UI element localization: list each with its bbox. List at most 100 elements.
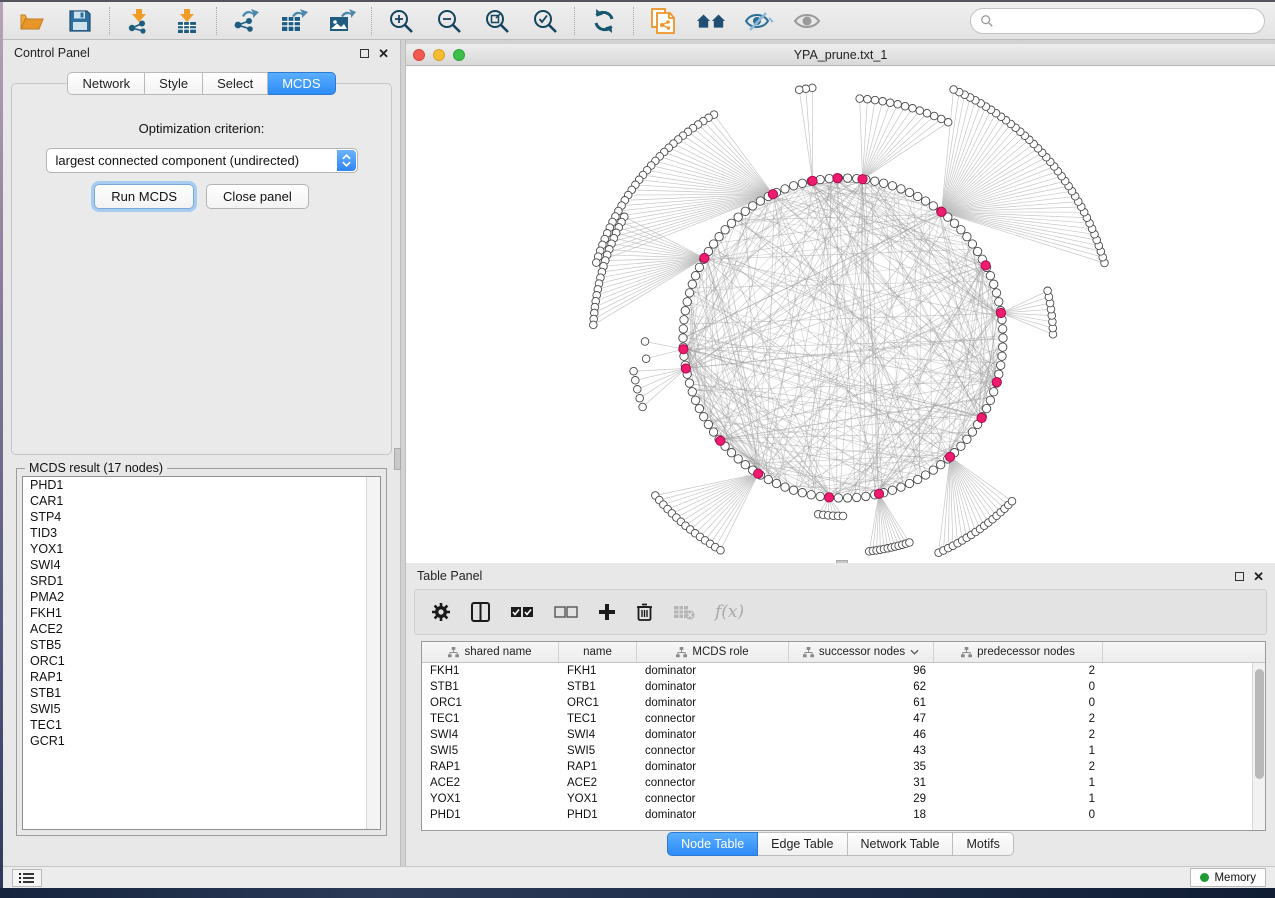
- float-table-panel-icon[interactable]: [1235, 572, 1244, 581]
- close-panel-button[interactable]: Close panel: [206, 184, 309, 209]
- node-table[interactable]: shared namenameMCDS rolesuccessor nodesp…: [421, 641, 1266, 831]
- refresh-button[interactable]: [589, 7, 619, 35]
- delete-column-button[interactable]: [636, 602, 653, 622]
- cell-name: ACE2: [559, 777, 637, 789]
- close-panel-icon[interactable]: ✕: [378, 49, 389, 58]
- table-row[interactable]: SWI4SWI4dominator462: [422, 727, 1265, 743]
- mcds-result-item[interactable]: STB5: [23, 637, 380, 653]
- table-row[interactable]: RAP1RAP1dominator352: [422, 759, 1265, 775]
- select-all-columns-button[interactable]: [510, 606, 534, 618]
- zoom-out-button[interactable]: [434, 7, 464, 35]
- export-image-button[interactable]: [327, 7, 357, 35]
- network-graph[interactable]: [406, 66, 1275, 563]
- tab-node-table[interactable]: Node Table: [667, 832, 758, 856]
- create-column-button[interactable]: [598, 603, 616, 621]
- gear-icon: [431, 602, 451, 622]
- column-header-shared-name[interactable]: shared name: [422, 642, 559, 662]
- checked-boxes-icon: [510, 606, 534, 618]
- splitter-handle[interactable]: [394, 448, 401, 470]
- export-network-button[interactable]: [231, 7, 261, 35]
- table-settings-button[interactable]: [431, 602, 451, 622]
- mcds-result-item[interactable]: ORC1: [23, 653, 380, 669]
- open-file-button[interactable]: [17, 7, 47, 35]
- mcds-result-item[interactable]: SWI5: [23, 701, 380, 717]
- zoom-selected-button[interactable]: [530, 7, 560, 35]
- table-row[interactable]: TEC1TEC1connector472: [422, 711, 1265, 727]
- run-mcds-button[interactable]: Run MCDS: [94, 184, 194, 209]
- network-window: YPA_prune.txt_1: [406, 44, 1275, 563]
- mcds-result-item[interactable]: CAR1: [23, 493, 380, 509]
- optimization-criterion-select[interactable]: largest connected component (undirected): [46, 148, 358, 173]
- cell-name: SWI4: [559, 729, 637, 741]
- tab-mcds[interactable]: MCDS: [268, 72, 335, 95]
- task-history-button[interactable]: [12, 869, 42, 887]
- column-header-name[interactable]: name: [559, 642, 637, 662]
- cell-shared-name: SWI5: [422, 745, 559, 757]
- import-network-button[interactable]: [124, 7, 154, 35]
- network-canvas[interactable]: [406, 66, 1275, 563]
- table-row[interactable]: ORC1ORC1dominator610: [422, 695, 1265, 711]
- zoom-fit-button[interactable]: [482, 7, 512, 35]
- table-scrollbar-thumb[interactable]: [1255, 669, 1264, 779]
- mcds-result-item[interactable]: PMA2: [23, 589, 380, 605]
- cell-predecessor-nodes: 2: [934, 713, 1103, 725]
- mcds-result-item[interactable]: SRD1: [23, 573, 380, 589]
- duplicate-network-button[interactable]: [648, 7, 678, 35]
- mcds-result-item[interactable]: SWI4: [23, 557, 380, 573]
- table-row[interactable]: PHD1PHD1dominator180: [422, 807, 1265, 823]
- tab-network[interactable]: Network: [67, 72, 145, 95]
- table-row[interactable]: FKH1FKH1dominator962: [422, 663, 1265, 679]
- sort-descending-icon: [910, 649, 919, 655]
- mcds-result-item[interactable]: TEC1: [23, 717, 380, 733]
- tab-style[interactable]: Style: [145, 72, 203, 95]
- hide-selected-icon: [744, 9, 774, 33]
- network-titlebar[interactable]: YPA_prune.txt_1: [406, 44, 1275, 66]
- cell-predecessor-nodes: 1: [934, 777, 1103, 789]
- tab-select[interactable]: Select: [203, 72, 268, 95]
- mcds-result-list[interactable]: PHD1CAR1STP4TID3YOX1SWI4SRD1PMA2FKH1ACE2…: [22, 476, 381, 830]
- delete-table-button-disabled[interactable]: [673, 604, 695, 620]
- memory-status-icon: [1200, 873, 1209, 882]
- desktop-wallpaper-bottom: [0, 888, 1275, 898]
- close-table-panel-icon[interactable]: ✕: [1253, 572, 1264, 581]
- mcds-result-item[interactable]: STP4: [23, 509, 380, 525]
- zoom-in-button[interactable]: [386, 7, 416, 35]
- deselect-all-columns-button[interactable]: [554, 606, 578, 618]
- function-builder-button-disabled[interactable]: f(x): [715, 602, 744, 622]
- tab-edge-table[interactable]: Edge Table: [758, 832, 847, 856]
- hide-selected-button[interactable]: [744, 7, 774, 35]
- save-session-button[interactable]: [65, 7, 95, 35]
- search-field[interactable]: [970, 8, 1265, 34]
- tab-motifs[interactable]: Motifs: [953, 832, 1013, 856]
- mcds-list-scrollbar[interactable]: [366, 477, 380, 829]
- open-file-icon: [19, 10, 45, 32]
- memory-button[interactable]: Memory: [1190, 868, 1266, 887]
- mcds-result-item[interactable]: TID3: [23, 525, 380, 541]
- mcds-result-item[interactable]: STB1: [23, 685, 380, 701]
- column-header-predecessor-nodes[interactable]: predecessor nodes: [934, 642, 1103, 662]
- column-header-MCDS-role[interactable]: MCDS role: [637, 642, 789, 662]
- column-header-successor-nodes[interactable]: successor nodes: [789, 642, 934, 662]
- show-column-panel-button[interactable]: [471, 602, 490, 622]
- show-all-button[interactable]: [792, 7, 822, 35]
- table-row[interactable]: SWI5SWI5connector431: [422, 743, 1265, 759]
- mcds-result-item[interactable]: FKH1: [23, 605, 380, 621]
- search-input[interactable]: [994, 14, 1255, 28]
- select-stepper-icon: [337, 150, 356, 171]
- mcds-result-item[interactable]: GCR1: [23, 733, 380, 749]
- table-row[interactable]: ACE2ACE2connector311: [422, 775, 1265, 791]
- table-scrollbar[interactable]: [1252, 663, 1265, 830]
- float-panel-icon[interactable]: [360, 49, 369, 58]
- export-table-button[interactable]: [279, 7, 309, 35]
- import-table-button[interactable]: [172, 7, 202, 35]
- mcds-result-item[interactable]: ACE2: [23, 621, 380, 637]
- mcds-result-item[interactable]: RAP1: [23, 669, 380, 685]
- tab-network-table[interactable]: Network Table: [848, 832, 954, 856]
- mcds-result-item[interactable]: YOX1: [23, 541, 380, 557]
- first-neighbors-button[interactable]: [696, 7, 726, 35]
- table-row[interactable]: YOX1YOX1connector291: [422, 791, 1265, 807]
- column-type-icon: [803, 647, 814, 658]
- mcds-result-item[interactable]: PHD1: [23, 477, 380, 493]
- cell-name: STB1: [559, 681, 637, 693]
- table-row[interactable]: STB1STB1dominator620: [422, 679, 1265, 695]
